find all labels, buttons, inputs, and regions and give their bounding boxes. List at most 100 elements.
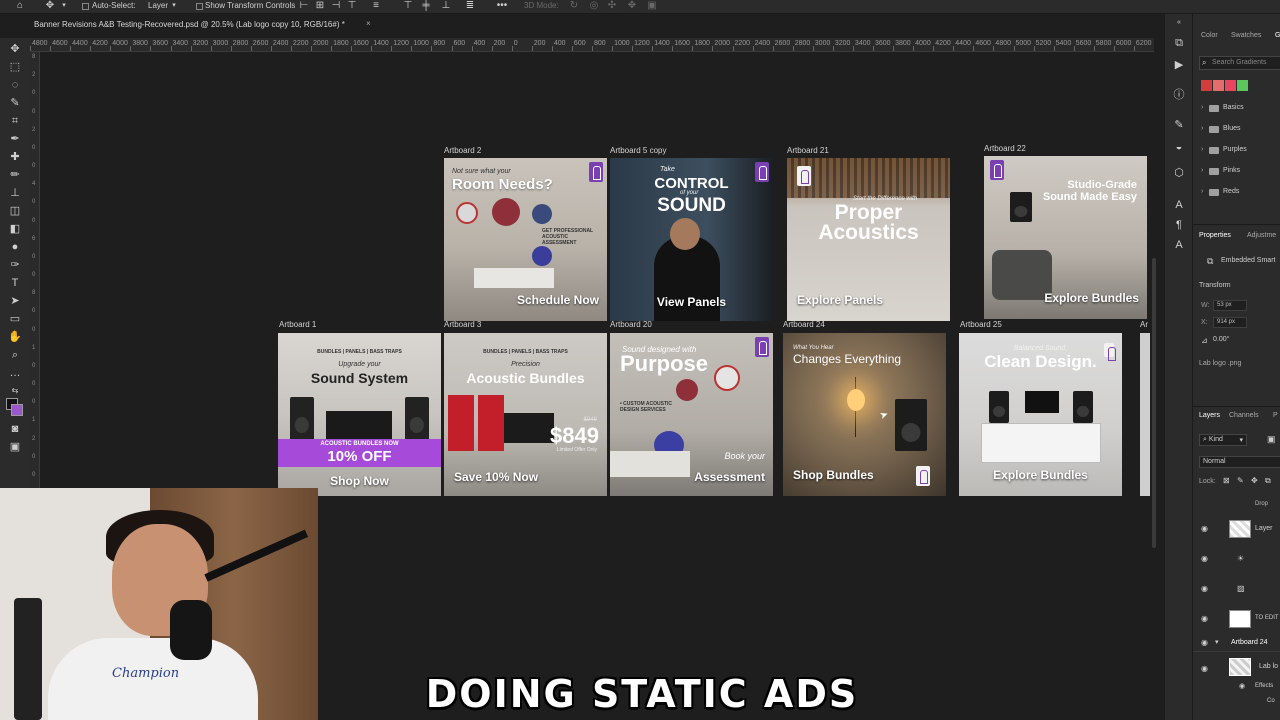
gradient-folder[interactable]: Pinks — [1223, 167, 1240, 174]
move-tool-icon[interactable]: ✥ — [44, 0, 56, 12]
chevron-down-icon[interactable]: ▾ — [1215, 638, 1219, 646]
tab-gradients[interactable]: Gr — [1275, 32, 1280, 39]
artboard-label[interactable]: Artboard 24 — [783, 320, 825, 329]
quick-mask-icon[interactable]: ◙ — [8, 422, 22, 436]
tab-adjustments[interactable]: Adjustme — [1247, 232, 1276, 239]
artboard-label[interactable]: Artboard 20 — [610, 320, 652, 329]
gradient-folder[interactable]: Basics — [1223, 104, 1244, 111]
path-select-icon[interactable]: ➤ — [8, 294, 22, 308]
artboard-label[interactable]: Artboard 21 — [787, 146, 829, 155]
layer-row-label[interactable]: Lab lo — [1259, 663, 1278, 670]
layer-filter-select[interactable]: ⌕ Kind ▾ — [1199, 434, 1247, 446]
brush-settings-icon[interactable]: ✎ — [1172, 118, 1186, 132]
align-vbottom-icon[interactable]: ⊥ — [440, 0, 452, 12]
artboard-1[interactable]: BUNDLES | PANELS | BASS TRAPS Upgrade yo… — [278, 333, 441, 496]
chevron-right-icon[interactable]: › — [1201, 146, 1203, 153]
align-top-icon[interactable]: ⊤ — [346, 0, 358, 12]
3d-roll-icon[interactable]: ◎ — [588, 0, 600, 12]
layer-row-label[interactable]: Co — [1267, 698, 1275, 704]
artboard-label[interactable]: Artboard 3 — [444, 320, 481, 329]
align-vtop-icon[interactable]: ⊤ — [402, 0, 414, 12]
artboard-5-copy[interactable]: Take CONTROL of your SOUND View Panels — [610, 158, 773, 321]
horizontal-ruler[interactable]: 4800 4600 4400 4200 4000 3800 3600 3400 3200 3000… — [30, 38, 1154, 52]
visibility-eye-icon[interactable]: ◉ — [1201, 638, 1208, 647]
artboard-label[interactable]: Artboard 2 — [444, 146, 481, 155]
marquee-tool-icon[interactable]: ⬚ — [8, 60, 22, 74]
layer-select[interactable]: Layer — [148, 1, 168, 10]
align-right-icon[interactable]: ⊣ — [330, 0, 342, 12]
swap-colors-icon[interactable]: ⇆ — [8, 384, 22, 398]
stamp-tool-icon[interactable]: ⊥ — [8, 186, 22, 200]
lasso-tool-icon[interactable]: ◌ — [8, 78, 22, 92]
artboard-3[interactable]: BUNDLES | PANELS | BASS TRAPS Precision … — [444, 333, 607, 496]
blend-mode-select[interactable]: Normal — [1199, 456, 1280, 468]
3d-scale-icon[interactable]: ▣ — [646, 0, 658, 12]
tab-channels[interactable]: Channels — [1229, 412, 1259, 419]
layer-thumbnail[interactable] — [1229, 520, 1251, 538]
visibility-eye-icon[interactable]: ◉ — [1239, 682, 1245, 690]
angle-field[interactable]: 0.00° — [1213, 336, 1229, 343]
visibility-eye-icon[interactable]: ◉ — [1201, 584, 1208, 593]
healing-brush-icon[interactable]: ✚ — [8, 150, 22, 164]
gradient-folder[interactable]: Blues — [1223, 125, 1241, 132]
layer-row-label[interactable]: Artboard 24 — [1231, 639, 1268, 646]
gradient-swatch[interactable] — [1201, 80, 1212, 91]
hand-tool-icon[interactable]: ✋ — [8, 330, 22, 344]
distribute-v-icon[interactable]: ≣ — [464, 0, 476, 12]
chevron-right-icon[interactable]: › — [1201, 167, 1203, 174]
artboard-cutoff[interactable] — [1140, 333, 1150, 496]
3d-orbit-icon[interactable]: ↻ — [568, 0, 580, 12]
play-icon[interactable]: ▶ — [1172, 58, 1186, 72]
distribute-icon[interactable]: ≡ — [370, 0, 382, 12]
tab-layers[interactable]: Layers — [1199, 412, 1220, 419]
artboard-22[interactable]: Studio-Grade Sound Made Easy Explore Bun… — [984, 156, 1147, 319]
layer-thumbnail[interactable] — [1229, 610, 1251, 628]
paths-icon[interactable]: ◒ — [1172, 140, 1186, 154]
gradient-swatch[interactable] — [1213, 80, 1224, 91]
info-icon[interactable]: ⓘ — [1172, 88, 1186, 102]
zoom-tool-icon[interactable]: ⌕ — [8, 348, 22, 362]
more-options-icon[interactable]: ••• — [496, 0, 508, 12]
visibility-eye-icon[interactable]: ◉ — [1201, 614, 1208, 623]
glyphs-icon[interactable]: A — [1172, 238, 1186, 252]
width-field[interactable]: 53 px — [1213, 300, 1247, 311]
home-icon[interactable]: ⌂ — [14, 0, 26, 12]
artboard-label[interactable]: Artboard 5 copy — [610, 146, 666, 155]
tab-paths[interactable]: P — [1273, 412, 1278, 419]
gradient-tool-icon[interactable]: ◧ — [8, 222, 22, 236]
layer-thumbnail[interactable] — [1229, 658, 1251, 676]
3d-icon[interactable]: ⬡ — [1172, 166, 1186, 180]
quick-select-icon[interactable]: ✎ — [8, 96, 22, 110]
3d-pan-icon[interactable]: ✣ — [606, 0, 618, 12]
gradient-search-input[interactable]: ⌕ Search Gradients — [1199, 56, 1280, 70]
align-left-icon[interactable]: ⊢ — [298, 0, 310, 12]
chevron-down-icon[interactable]: ▾ — [58, 0, 70, 12]
tab-swatches[interactable]: Swatches — [1231, 32, 1261, 39]
layer-row-label[interactable]: Layer — [1255, 525, 1273, 532]
lock-paint-icon[interactable]: ✎ — [1237, 476, 1244, 485]
vertical-scrollbar[interactable] — [1152, 258, 1156, 548]
history-icon[interactable]: ⧉ — [1172, 36, 1186, 50]
eyedropper-icon[interactable]: ✒ — [8, 132, 22, 146]
crop-tool-icon[interactable]: ⌗ — [8, 114, 22, 128]
filter-image-icon[interactable]: ▣ — [1267, 434, 1276, 445]
rectangle-tool-icon[interactable]: ▭ — [8, 312, 22, 326]
layer-row-label[interactable]: TO EDIT — [1255, 615, 1279, 621]
document-tab[interactable]: Banner Revisions A&B Testing-Recovered.p… — [34, 20, 345, 29]
3d-slide-icon[interactable]: ✥ — [626, 0, 638, 12]
gradient-folder[interactable]: Reds — [1223, 188, 1239, 195]
x-field[interactable]: 914 px — [1213, 317, 1247, 328]
vertical-ruler[interactable]: 8 2 0 0 2 0 0 4 0 0 6 0 0 8 0 0 1 0 0 0 1 2 0 0 — [30, 52, 40, 488]
auto-select-checkbox[interactable] — [82, 3, 89, 10]
brush-tool-icon[interactable]: ✏ — [8, 168, 22, 182]
artboard-label[interactable]: Artboard 22 — [984, 144, 1026, 153]
layer-row-label[interactable]: Drop — [1255, 501, 1268, 507]
artboard-21[interactable]: Start the Difference with Proper Acousti… — [787, 158, 950, 321]
artboard-2[interactable]: Not sure what your Room Needs? GET PROFE… — [444, 158, 607, 321]
visibility-eye-icon[interactable]: ◉ — [1201, 664, 1208, 673]
tab-properties[interactable]: Properties — [1199, 232, 1231, 239]
visibility-eye-icon[interactable]: ◉ — [1201, 524, 1208, 533]
tab-color[interactable]: Color — [1201, 32, 1218, 39]
image-layer-icon[interactable]: ▨ — [1237, 584, 1245, 593]
artboard-25[interactable]: Balanced Sound, Clean Design. Explore Bu… — [959, 333, 1122, 496]
